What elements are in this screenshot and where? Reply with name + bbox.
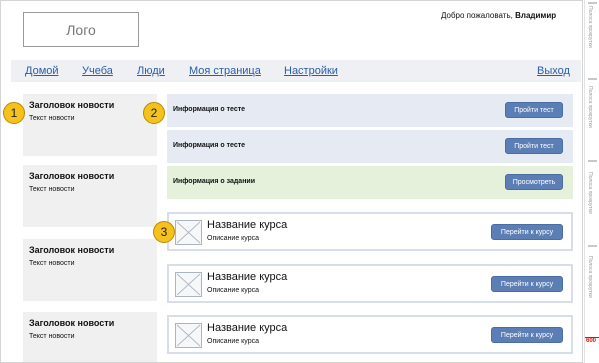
annotation-marker-1: 1	[3, 102, 25, 124]
welcome-text: Добро пожаловать,	[441, 11, 513, 20]
view-button[interactable]: Просмотреть	[505, 174, 563, 190]
test-info-row: Информация о тесте Пройти тест	[167, 130, 573, 163]
task-info-label: Информация о задании	[173, 178, 256, 185]
news-text: Текст новости	[29, 186, 75, 193]
news-title: Заголовок новости	[29, 171, 115, 181]
news-title: Заголовок новости	[29, 245, 115, 255]
news-item[interactable]: Заголовок новости Текст новости	[23, 94, 157, 156]
course-card: Название курса Описание курса Перейти к …	[167, 315, 573, 354]
course-name: Название курса	[207, 219, 288, 231]
course-description: Описание курса	[207, 235, 260, 242]
page-frame: Лого Добро пожаловать, Владимир Домой Уч…	[0, 0, 583, 363]
scrollbar-label: Полоса прокрутки	[587, 86, 593, 128]
go-to-course-button[interactable]: Перейти к курсу	[491, 224, 563, 240]
course-image-icon	[175, 220, 202, 245]
test-info-label: Информация о тесте	[173, 142, 246, 149]
course-name: Название курса	[207, 322, 288, 334]
news-item[interactable]: Заголовок новости Текст новости	[23, 165, 157, 227]
nav-my-page-link[interactable]: Моя страница	[189, 65, 261, 77]
scrollbar-label: Полоса прокрутки	[587, 6, 593, 48]
task-info-row: Информация о задании Просмотреть	[167, 166, 573, 199]
welcome-message: Добро пожаловать, Владимир	[441, 11, 556, 20]
news-text: Текст новости	[29, 260, 75, 267]
nav-settings-link[interactable]: Настройки	[284, 65, 338, 77]
test-info-label: Информация о тесте	[173, 106, 246, 113]
course-card: Название курса Описание курса Перейти к …	[167, 212, 573, 251]
course-card: Название курса Описание курса Перейти к …	[167, 264, 573, 303]
scrollbar-tick	[588, 2, 597, 4]
news-title: Заголовок новости	[29, 318, 115, 328]
nav-home-link[interactable]: Домой	[25, 65, 59, 77]
scrollbar-label: Полоса прокрутки	[587, 172, 593, 214]
annotation-marker-2: 2	[143, 102, 165, 124]
scrollbar-tick	[588, 245, 597, 247]
scrollbar-label: Полоса прокрутки	[587, 256, 593, 298]
test-info-row: Информация о тесте Пройти тест	[167, 94, 573, 127]
scrollbar[interactable]: Полоса прокрутки Полоса прокрутки Полоса…	[584, 0, 599, 363]
news-text: Текст новости	[29, 115, 75, 122]
logo-text: Лого	[66, 21, 96, 38]
page-height-label: 600	[586, 338, 597, 344]
logo[interactable]: Лого	[23, 12, 139, 47]
user-name: Владимир	[515, 11, 557, 20]
course-description: Описание курса	[207, 338, 260, 345]
annotation-marker-3: 3	[153, 221, 175, 243]
main-nav: Домой Учеба Люди Моя страница Настройки …	[11, 60, 581, 82]
nav-people-link[interactable]: Люди	[137, 65, 165, 77]
course-image-icon	[175, 323, 202, 348]
news-item[interactable]: Заголовок новости Текст новости	[23, 239, 157, 301]
news-item[interactable]: Заголовок новости Текст новости	[23, 312, 157, 362]
news-title: Заголовок новости	[29, 100, 115, 110]
course-name: Название курса	[207, 271, 288, 283]
scrollbar-tick	[588, 160, 597, 162]
course-description: Описание курса	[207, 287, 260, 294]
take-test-button[interactable]: Пройти тест	[505, 102, 563, 118]
go-to-course-button[interactable]: Перейти к курсу	[491, 276, 563, 292]
nav-study-link[interactable]: Учеба	[82, 65, 113, 77]
scrollbar-tick	[588, 78, 597, 80]
course-image-icon	[175, 272, 202, 297]
take-test-button[interactable]: Пройти тест	[505, 138, 563, 154]
go-to-course-button[interactable]: Перейти к курсу	[491, 327, 563, 343]
nav-exit-link[interactable]: Выход	[537, 65, 570, 77]
news-text: Текст новости	[29, 333, 75, 340]
